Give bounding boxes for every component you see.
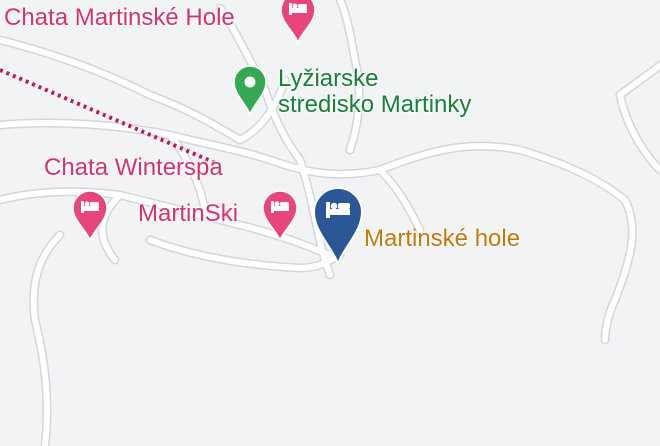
place-label-line2: stredisko Martinky [278, 91, 472, 119]
place-label-chata-winterspa[interactable]: Chata Winterspa [44, 156, 223, 180]
bed-icon[interactable] [312, 186, 364, 266]
pin-icon[interactable] [232, 64, 268, 116]
map-canvas[interactable]: Chata Martinské Hole Lyžiarske stredisko… [0, 0, 660, 446]
place-label-martinske-hole[interactable]: Martinské hole [364, 227, 520, 251]
place-label-chata-martinske-hole[interactable]: Chata Martinské Hole [4, 6, 235, 30]
ski-lift-line [0, 68, 221, 167]
bed-icon[interactable] [261, 190, 299, 242]
place-label-line1: Lyžiarske [278, 65, 379, 92]
bed-icon[interactable] [71, 190, 109, 242]
bed-icon[interactable] [279, 0, 317, 44]
place-label-martinski[interactable]: MartinSki [138, 202, 238, 226]
place-label-lyziarske-stredisko[interactable]: Lyžiarske stredisko Martinky [278, 65, 472, 119]
